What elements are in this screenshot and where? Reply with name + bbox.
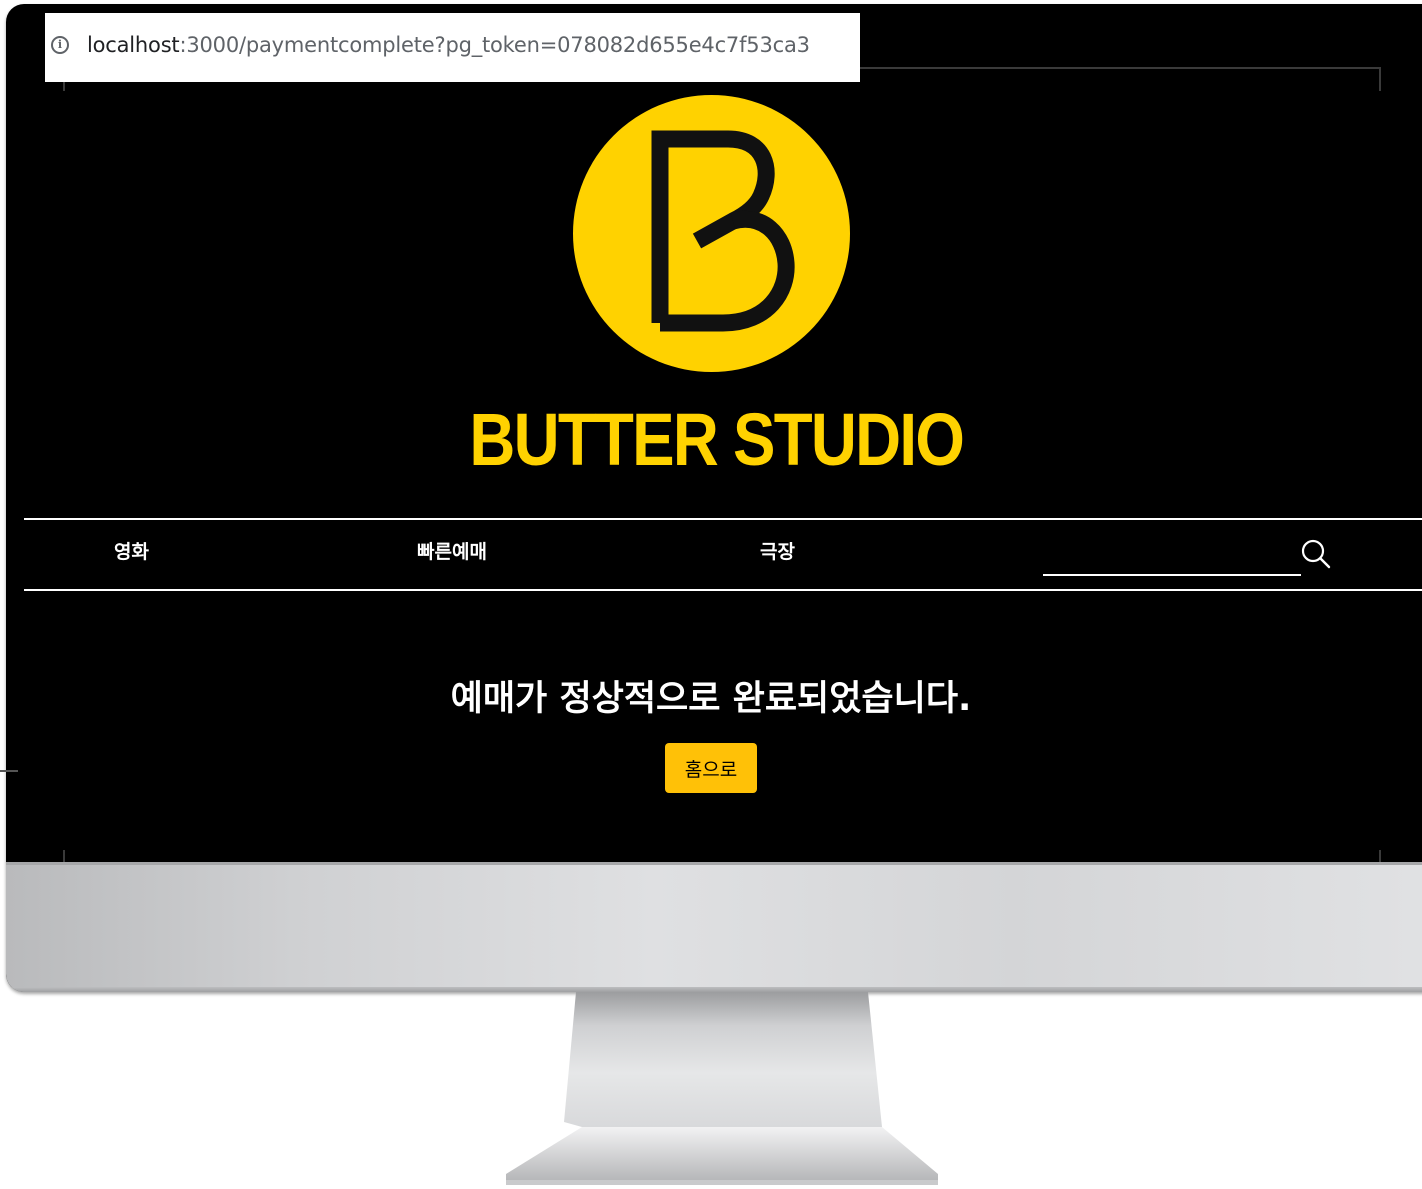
screenshot-stage: i localhost:3000/paymentcomplete?pg_toke… xyxy=(0,0,1422,1189)
url-host: localhost xyxy=(87,32,180,57)
monitor-stand xyxy=(506,992,938,1185)
url-path: :3000/paymentcomplete?pg_token=078082d65… xyxy=(179,32,810,57)
address-bar[interactable]: i localhost:3000/paymentcomplete?pg_toke… xyxy=(45,13,860,82)
search-icon[interactable] xyxy=(1299,537,1333,571)
screen-divider xyxy=(1379,67,1381,91)
nav-item-movies[interactable]: 영화 xyxy=(114,538,149,566)
screen-divider xyxy=(0,770,18,772)
nav-bottom-border xyxy=(24,589,1422,591)
search-input[interactable] xyxy=(1043,540,1301,576)
nav-item-quick-booking[interactable]: 빠른예매 xyxy=(417,538,487,566)
nav-item-theaters[interactable]: 극장 xyxy=(760,538,795,566)
home-button[interactable]: 홈으로 xyxy=(665,743,757,793)
booking-complete-message: 예매가 정상적으로 완료되었습니다. xyxy=(450,679,972,719)
monitor-chin xyxy=(6,862,1422,992)
nav-top-border xyxy=(24,518,1422,520)
butter-studio-logo[interactable] xyxy=(573,95,850,372)
brand-name[interactable]: BUTTER STUDIO xyxy=(469,390,965,490)
url-text[interactable]: localhost:3000/paymentcomplete?pg_token=… xyxy=(87,33,810,57)
screen-divider xyxy=(1379,850,1381,862)
info-icon[interactable]: i xyxy=(51,35,69,54)
screen-divider xyxy=(63,850,65,862)
